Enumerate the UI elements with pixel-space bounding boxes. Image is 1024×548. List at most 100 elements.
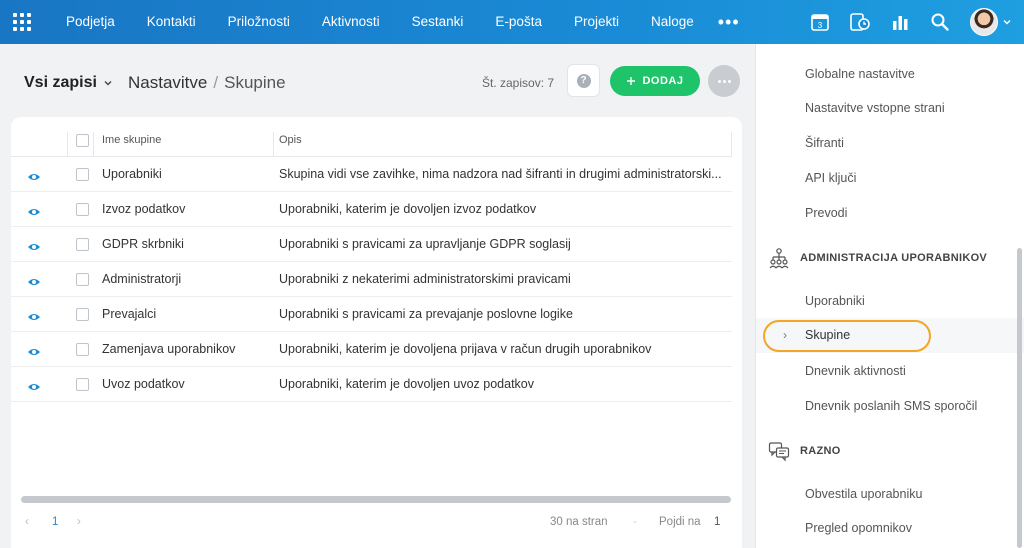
group-name[interactable]: Uvoz podatkov	[102, 367, 185, 402]
sidebar-item-nastavitve-vstopne-strani[interactable]: Nastavitve vstopne strani	[805, 101, 945, 115]
groups-table: Ime skupine Opis Uporabniki Skupina vidi …	[11, 117, 742, 548]
view-eye-icon[interactable]	[27, 204, 41, 222]
apps-grid-icon[interactable]	[0, 0, 44, 44]
group-description: Uporabniki s pravicami za prevajanje pos…	[279, 307, 573, 321]
avatar	[970, 8, 998, 36]
phone-calls-icon[interactable]	[840, 0, 880, 44]
group-name[interactable]: Zamenjava uporabnikov	[102, 332, 235, 367]
nav-item-eposta[interactable]: E-pošta	[479, 0, 558, 44]
sidebar-item-sifranti[interactable]: Šifranti	[805, 136, 844, 150]
table-row[interactable]: Uporabniki Skupina vidi vse zavihke, nima…	[11, 157, 732, 192]
sidebar-item-obvestila[interactable]: Obvestila uporabniku	[805, 487, 922, 501]
add-button[interactable]: DODAJ	[610, 66, 700, 96]
row-checkbox[interactable]	[76, 203, 89, 216]
main-nav: Podjetja Kontakti Priložnosti Aktivnosti…	[50, 0, 748, 44]
view-eye-icon[interactable]	[27, 169, 41, 187]
group-name[interactable]: Prevajalci	[102, 297, 156, 332]
group-name[interactable]: GDPR skrbniki	[102, 227, 184, 262]
next-page-button[interactable]: ›	[77, 516, 81, 528]
view-eye-icon[interactable]	[27, 344, 41, 362]
group-name[interactable]: Izvoz podatkov	[102, 192, 185, 227]
group-description: Uporabniki, katerim je dovoljen izvoz po…	[279, 202, 537, 216]
view-eye-icon[interactable]	[27, 379, 41, 397]
column-divider	[273, 132, 274, 156]
user-hierarchy-icon	[769, 248, 789, 269]
group-name[interactable]: Uporabniki	[102, 157, 162, 192]
view-eye-icon[interactable]	[27, 239, 41, 257]
group-description: Skupina vidi vse zavihke, nima nadzora n…	[279, 167, 722, 181]
goto-page-input[interactable]: 1	[714, 516, 720, 528]
group-name[interactable]: Administratorji	[102, 262, 181, 297]
nav-item-projekti[interactable]: Projekti	[558, 0, 635, 44]
chat-bubbles-icon	[768, 442, 790, 462]
row-checkbox[interactable]	[76, 343, 89, 356]
pagination: ‹ 1 › 30 na stran - Pojdi na 1	[11, 512, 742, 536]
top-right-actions: 3	[800, 0, 1024, 44]
view-eye-icon[interactable]	[27, 309, 41, 327]
prev-page-button[interactable]: ‹	[25, 516, 29, 528]
group-description: Uporabniki z nekaterimi administratorski…	[279, 272, 571, 286]
sidebar-item-api-kljuci[interactable]: API ključi	[805, 171, 856, 185]
column-header-description[interactable]: Opis	[279, 124, 302, 157]
view-selector[interactable]: Vsi zapisi	[24, 74, 113, 92]
sidebar-item-globalne-nastavitve[interactable]: Globalne nastavitve	[805, 67, 915, 81]
sidebar-item-prevodi[interactable]: Prevodi	[805, 206, 847, 220]
nav-item-kontakti[interactable]: Kontakti	[131, 0, 212, 44]
breadcrumb: Nastavitve / Skupine	[128, 73, 286, 93]
nav-item-sestanki[interactable]: Sestanki	[396, 0, 480, 44]
table-header: Ime skupine Opis	[11, 124, 732, 157]
sidebar-item-pregled-opomnikov[interactable]: Pregled opomnikov	[805, 521, 912, 535]
group-description: Uporabniki, katerim je dovoljen uvoz pod…	[279, 377, 534, 391]
row-checkbox[interactable]	[76, 168, 89, 181]
sidebar-item-uporabniki[interactable]: Uporabniki	[805, 294, 865, 308]
horizontal-scrollbar[interactable]	[21, 496, 731, 503]
view-eye-icon[interactable]	[27, 274, 41, 292]
calendar-icon[interactable]: 3	[800, 0, 840, 44]
breadcrumb-current: Skupine	[224, 73, 286, 92]
chevron-down-icon	[104, 81, 112, 86]
search-icon[interactable]	[920, 0, 960, 44]
sidebar-section-label: ADMINISTRACIJA UPORABNIKOV	[800, 252, 988, 264]
top-navigation-bar: Podjetja Kontakti Priložnosti Aktivnosti…	[0, 0, 1024, 44]
breadcrumb-separator: /	[213, 73, 219, 92]
group-description: Uporabniki s pravicami za upravljanje GD…	[279, 237, 571, 251]
sidebar-section-razno: RAZNO	[768, 439, 841, 463]
help-icon: ?	[576, 73, 591, 88]
nav-item-naloge[interactable]: Naloge	[635, 0, 710, 44]
more-options-button[interactable]	[708, 65, 740, 97]
nav-item-priloznosti[interactable]: Priložnosti	[212, 0, 306, 44]
per-page-select[interactable]: 30 na stran	[550, 516, 608, 528]
sidebar-item-dnevnik-aktivnosti[interactable]: Dnevnik aktivnosti	[805, 364, 906, 378]
pager-separator: -	[633, 516, 637, 528]
nav-more-button[interactable]: •••	[710, 0, 748, 44]
table-row[interactable]: Izvoz podatkov Uporabniki, katerim je dov…	[11, 192, 732, 227]
vertical-scrollbar[interactable]	[1017, 248, 1022, 548]
calendar-day: 3	[818, 21, 823, 30]
add-button-label: DODAJ	[642, 75, 684, 87]
column-divider	[93, 132, 94, 156]
settings-sidebar: Globalne nastavitve Nastavitve vstopne s…	[755, 44, 1024, 548]
nav-item-aktivnosti[interactable]: Aktivnosti	[306, 0, 396, 44]
table-row[interactable]: Administratorji Uporabniki z nekaterimi a…	[11, 262, 732, 297]
page-number[interactable]: 1	[52, 516, 58, 528]
breadcrumb-root[interactable]: Nastavitve	[128, 73, 207, 93]
nav-item-podjetja[interactable]: Podjetja	[50, 0, 131, 44]
select-all-checkbox[interactable]	[76, 134, 89, 147]
column-header-name[interactable]: Ime skupine	[102, 124, 161, 157]
table-row[interactable]: Prevajalci Uporabniki s pravicami za prev…	[11, 297, 732, 332]
user-menu[interactable]	[960, 8, 1024, 36]
row-checkbox[interactable]	[76, 238, 89, 251]
table-row[interactable]: GDPR skrbniki Uporabniki s pravicami za u…	[11, 227, 732, 262]
column-divider	[67, 132, 68, 156]
table-row[interactable]: Uvoz podatkov Uporabniki, katerim je dovo…	[11, 367, 732, 402]
sidebar-section-administracija: ADMINISTRACIJA UPORABNIKOV	[768, 246, 987, 270]
group-description: Uporabniki, katerim je dovoljena prijava…	[279, 342, 652, 356]
reports-chart-icon[interactable]	[880, 0, 920, 44]
help-button[interactable]: ?	[567, 64, 600, 97]
row-checkbox[interactable]	[76, 378, 89, 391]
plus-icon	[627, 77, 636, 85]
row-checkbox[interactable]	[76, 308, 89, 321]
row-checkbox[interactable]	[76, 273, 89, 286]
table-row[interactable]: Zamenjava uporabnikov Uporabniki, katerim…	[11, 332, 732, 367]
sidebar-item-dnevnik-sms[interactable]: Dnevnik poslanih SMS sporočil	[805, 399, 977, 413]
